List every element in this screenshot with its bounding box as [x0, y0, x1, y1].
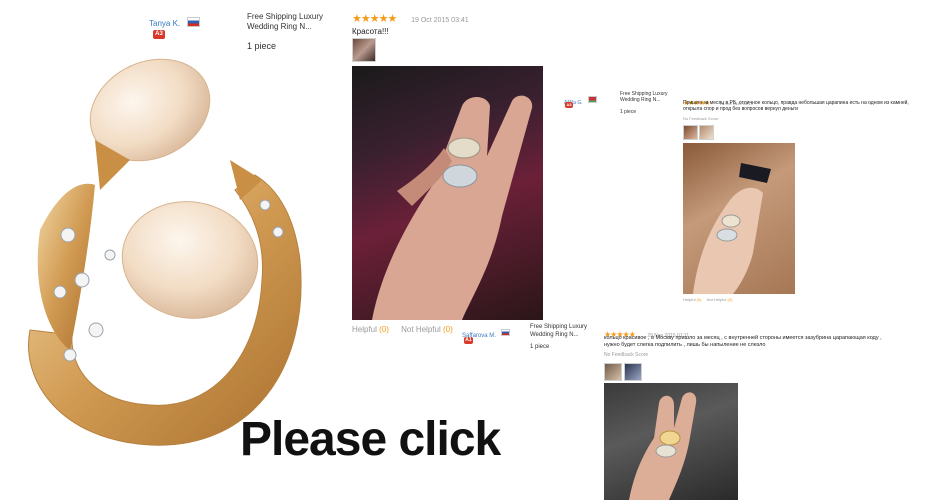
product-quantity: 1 piece — [620, 109, 637, 115]
review-photo-large[interactable] — [604, 383, 738, 500]
product-name-link[interactable]: Free Shipping Luxury Wedding Ring N... — [620, 91, 670, 103]
not-helpful-link[interactable]: Not Helpful (0) — [707, 297, 733, 302]
review-date: 19 Oct 2015 03:41 — [411, 17, 469, 24]
feedback-score: No Feedback Score — [604, 352, 649, 358]
star-rating-icons: ★★★★★ — [352, 13, 397, 25]
review-photo-thumbnail-1[interactable] — [683, 125, 698, 140]
russia-flag-icon — [501, 329, 511, 337]
helpful-link[interactable]: Helpful (0) — [352, 325, 389, 334]
please-click-banner[interactable]: Please click — [240, 412, 501, 468]
reviewer-info: Tanya K. — [149, 13, 200, 31]
buyer-level-badge: A1 — [464, 337, 473, 344]
review-comment: кольцо красивое , в Москву пришло за мес… — [604, 335, 882, 348]
not-helpful-link[interactable]: Not Helpful (0) — [401, 325, 453, 334]
review-card-3: Saffarova M. A1 Free Shipping Luxury Wed… — [458, 320, 898, 500]
buyer-level-badge: A3 — [153, 30, 165, 39]
review-photo-large[interactable] — [352, 66, 543, 320]
helpful-row: Helpful (0) Not Helpful (0) — [352, 325, 453, 334]
feedback-score: No Feedback Score — [683, 116, 719, 121]
product-quantity: 1 piece — [247, 41, 277, 51]
review-card-2: A***a G. A3 Free Shipping Luxury Wedding… — [560, 88, 920, 308]
buyer-level-badge: A3 — [565, 102, 573, 108]
belarus-flag-icon — [588, 96, 598, 104]
product-name-link[interactable]: Free Shipping Luxury Wedding Ring N... — [530, 323, 590, 339]
reviewer-name-link[interactable]: Tanya K. — [149, 19, 180, 28]
review-photo-large[interactable] — [683, 143, 795, 294]
review-photo-thumbnail-2[interactable] — [699, 125, 714, 140]
review-photo-thumbnail-2[interactable] — [624, 363, 642, 381]
review-photo-thumbnail-1[interactable] — [604, 363, 622, 381]
product-name-link[interactable]: Free Shipping Luxury Wedding Ring N... — [247, 12, 332, 32]
helpful-row: Helpful (0) Not Helpful (0) — [683, 297, 732, 302]
review-photo-thumbnail[interactable] — [352, 38, 376, 62]
review-comment: Пришло за месяц в РБ, отличное кольцо, п… — [683, 100, 909, 112]
helpful-link[interactable]: Helpful (0) — [683, 297, 701, 302]
russia-flag-icon — [186, 16, 200, 27]
review-card-1: Tanya K. A3 Free Shipping Luxury Wedding… — [145, 10, 555, 340]
product-quantity: 1 piece — [530, 344, 550, 350]
review-comment: Красота!!! — [352, 27, 389, 36]
rating-row: ★★★★★ 19 Oct 2015 03:41 — [352, 12, 469, 25]
